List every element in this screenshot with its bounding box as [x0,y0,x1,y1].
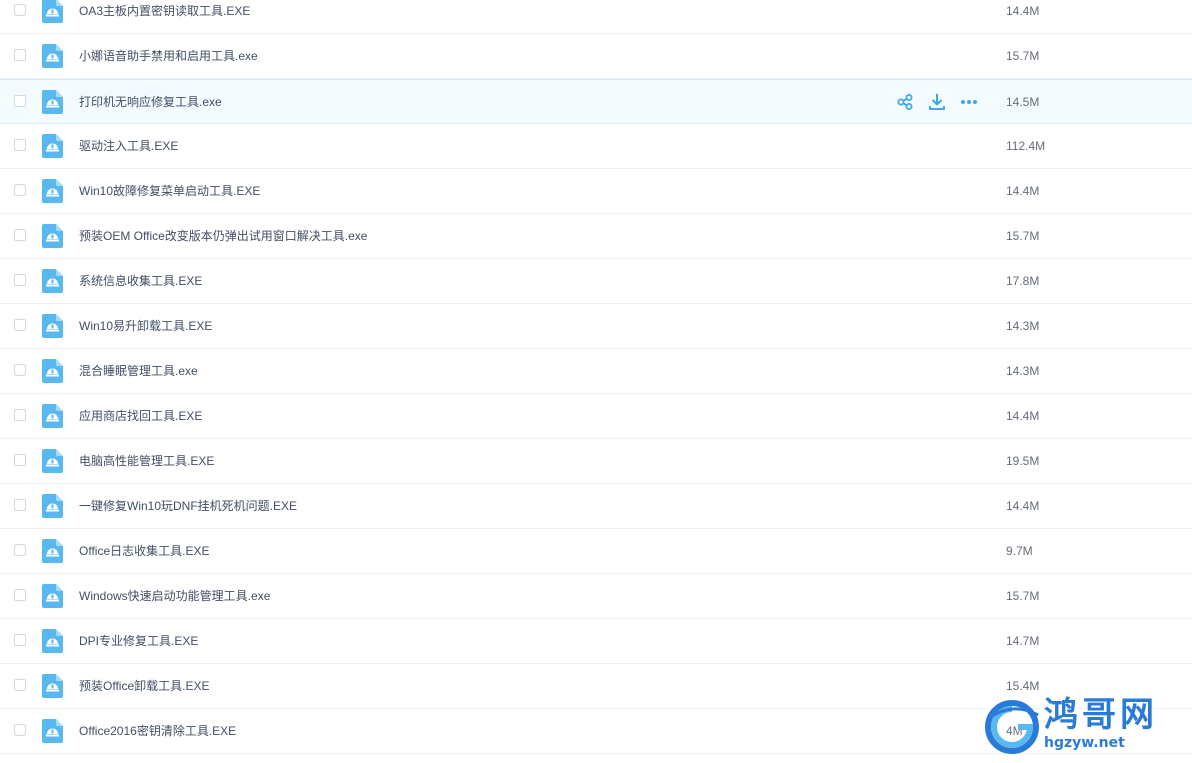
exe-file-icon [42,90,63,114]
row-checkbox[interactable] [14,274,26,286]
file-name[interactable]: Windows快速启动功能管理工具.exe [79,588,270,604]
row-checkbox[interactable] [14,724,26,736]
exe-file-icon [42,629,63,653]
file-name[interactable]: 预装Office卸载工具.EXE [79,678,209,694]
file-size: 15.7M [1006,49,1040,63]
file-name[interactable]: 打印机无响应修复工具.exe [79,94,222,110]
row-checkbox[interactable] [14,544,26,556]
row-actions [896,93,980,113]
exe-file-icon [42,449,63,473]
row-checkbox[interactable] [14,229,26,241]
exe-file-icon [42,404,63,428]
file-name[interactable]: Win10故障修复菜单启动工具.EXE [79,183,260,199]
row-checkbox[interactable] [14,364,26,376]
file-row[interactable]: 系统信息收集工具.EXE 17.8M [0,259,1192,304]
file-size: 14.4M [1006,409,1040,423]
row-checkbox[interactable] [14,634,26,646]
file-row[interactable]: Win10故障修复菜单启动工具.EXE 14.4M [0,169,1192,214]
file-size: 9.7M [1006,544,1033,558]
exe-file-icon [42,539,63,563]
row-checkbox[interactable] [14,409,26,421]
file-size: 14.3M [1006,319,1040,333]
file-name[interactable]: Office2016密钥清除工具.EXE [79,723,236,739]
file-row[interactable]: Windows快速启动功能管理工具.exe 15.7M [0,574,1192,619]
share-icon [896,94,914,115]
exe-file-icon [42,134,63,158]
file-row[interactable]: 混合睡眠管理工具.exe 14.3M [0,349,1192,394]
watermark: 鸿哥网 hgzyw.net [982,695,1184,759]
file-name[interactable]: 电脑高性能管理工具.EXE [79,453,214,469]
file-list-page: OA3主板内置密钥读取工具.EXE 14.4M 小娜语音助手禁用和启用工具.exe 1… [0,0,1192,763]
file-name[interactable]: 混合睡眠管理工具.exe [79,363,198,379]
file-row[interactable]: 小娜语音助手禁用和启用工具.exe 15.7M [0,34,1192,79]
exe-file-icon [42,44,63,68]
file-list: OA3主板内置密钥读取工具.EXE 14.4M 小娜语音助手禁用和启用工具.exe 1… [0,0,1192,754]
file-size: 15.7M [1006,589,1040,603]
exe-file-icon [42,674,63,698]
file-size: 112.4M [1006,139,1046,153]
file-row[interactable]: OA3主板内置密钥读取工具.EXE 14.4M [0,0,1192,34]
file-size: 14.4M [1006,499,1040,513]
row-checkbox[interactable] [14,49,26,61]
file-row[interactable]: 预装OEM Office改变版本仍弹出试用窗口解决工具.exe 15.7M [0,214,1192,259]
file-name[interactable]: 一键修复Win10玩DNF挂机死机问题.EXE [79,498,297,514]
file-size: 15.7M [1006,229,1040,243]
row-checkbox[interactable] [14,4,26,16]
file-size: 17.8M [1006,274,1040,288]
row-checkbox[interactable] [14,139,26,151]
share-button[interactable] [896,93,914,111]
row-checkbox[interactable] [14,184,26,196]
file-row[interactable]: 一键修复Win10玩DNF挂机死机问题.EXE 14.4M [0,484,1192,529]
file-row[interactable]: Office日志收集工具.EXE 9.7M [0,529,1192,574]
download-icon [928,93,946,115]
file-row[interactable]: Win10易升卸载工具.EXE 14.3M [0,304,1192,349]
file-size: 15.4M [1006,679,1040,693]
watermark-title: 鸿哥网 [1044,695,1158,735]
file-name[interactable]: DPI专业修复工具.EXE [79,633,198,649]
exe-file-icon [42,494,63,518]
file-name[interactable]: Office日志收集工具.EXE [79,543,209,559]
file-name[interactable]: 小娜语音助手禁用和启用工具.exe [79,48,258,64]
file-row[interactable]: DPI专业修复工具.EXE 14.7M [0,619,1192,664]
file-name[interactable]: 应用商店找回工具.EXE [79,408,202,424]
file-row[interactable]: 应用商店找回工具.EXE 14.4M [0,394,1192,439]
exe-file-icon [42,224,63,248]
row-checkbox[interactable] [14,95,26,107]
file-size: 14.4M [1006,184,1040,198]
file-row[interactable]: 驱动注入工具.EXE 112.4M [0,124,1192,169]
file-name[interactable]: 系统信息收集工具.EXE [79,273,202,289]
exe-file-icon [42,584,63,608]
file-row[interactable]: 电脑高性能管理工具.EXE 19.5M [0,439,1192,484]
row-checkbox[interactable] [14,454,26,466]
file-row[interactable]: 打印机无响应修复工具.exe 14.5M [0,79,1192,124]
watermark-logo-icon [985,700,1039,754]
watermark-url: hgzyw.net [1044,735,1125,751]
file-size: 19.5M [1006,454,1040,468]
download-button[interactable] [928,93,946,111]
row-checkbox[interactable] [14,319,26,331]
file-size: 14.7M [1006,634,1040,648]
exe-file-icon [42,269,63,293]
row-checkbox[interactable] [14,679,26,691]
more-button[interactable] [960,93,978,111]
file-size: 14.3M [1006,364,1040,378]
file-size: 14.5M [1006,95,1040,109]
file-size: 14.4M [1006,4,1040,18]
file-name[interactable]: 预装OEM Office改变版本仍弹出试用窗口解决工具.exe [79,228,367,244]
more-icon [960,98,978,115]
file-name[interactable]: Win10易升卸载工具.EXE [79,318,212,334]
exe-file-icon [42,359,63,383]
exe-file-icon [42,179,63,203]
exe-file-icon [42,0,63,23]
row-checkbox[interactable] [14,499,26,511]
exe-file-icon [42,719,63,743]
file-name[interactable]: 驱动注入工具.EXE [79,138,178,154]
row-checkbox[interactable] [14,589,26,601]
exe-file-icon [42,314,63,338]
file-name[interactable]: OA3主板内置密钥读取工具.EXE [79,3,250,19]
